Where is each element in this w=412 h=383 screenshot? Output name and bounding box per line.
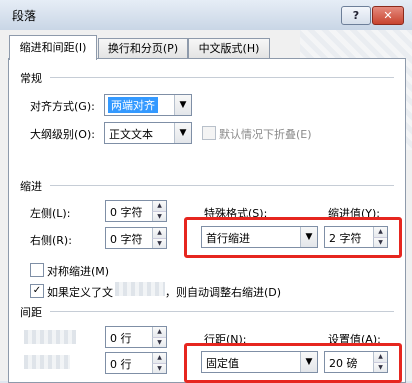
close-icon: ✕ [383, 9, 393, 22]
help-button[interactable]: ? [341, 6, 371, 25]
tab-indents-spacing[interactable]: 缩进和间距(I) [9, 35, 97, 60]
space-before-spinner[interactable]: 0 行 ▲ ▼ [105, 326, 167, 348]
check-icon: ✓ [32, 285, 42, 296]
general-divider [50, 77, 394, 78]
right-indent-value: 0 字符 [110, 233, 143, 246]
left-indent-value: 0 字符 [110, 206, 143, 219]
close-button[interactable]: ✕ [372, 6, 404, 25]
auto-adjust-label-start: 如果定义了文 [47, 286, 113, 299]
auto-adjust-checkbox[interactable]: ✓ [30, 284, 44, 298]
left-indent-spinner[interactable]: 0 字符 ▲ ▼ [105, 200, 167, 222]
auto-adjust-label-end: ，则自动调整右缩进(D) [165, 286, 282, 299]
help-icon: ? [352, 9, 360, 22]
general-heading: 常规 [20, 72, 42, 85]
tab-asian-typography[interactable]: 中文版式(H) [188, 38, 270, 59]
spin-up-icon[interactable]: ▲ [152, 327, 166, 337]
collapse-checkbox[interactable] [202, 126, 216, 140]
spin-down-icon[interactable]: ▼ [152, 211, 166, 221]
space-before-value: 0 行 [110, 332, 132, 345]
spin-down-icon[interactable]: ▼ [152, 238, 166, 248]
chevron-down-icon[interactable]: ▼ [174, 95, 191, 115]
collapse-label: 默认情况下折叠(E) [219, 128, 312, 141]
mirror-indents-checkbox[interactable] [30, 263, 44, 277]
chevron-down-icon[interactable]: ▼ [174, 123, 191, 143]
right-indent-spinner[interactable]: 0 字符 ▲ ▼ [105, 227, 167, 249]
spin-up-icon[interactable]: ▲ [152, 201, 166, 211]
spacing-divider [50, 311, 394, 312]
spin-up-icon[interactable]: ▲ [152, 353, 166, 363]
indent-heading: 缩进 [20, 180, 42, 193]
redacted-text [115, 282, 165, 296]
redacted-after-label [24, 355, 70, 369]
alignment-dropdown[interactable]: 两端对齐 ▼ [104, 94, 192, 116]
left-indent-label: 左侧(L): [30, 207, 71, 220]
outline-level-value: 正文文本 [109, 128, 153, 141]
spin-down-icon[interactable]: ▼ [152, 337, 166, 347]
spacing-heading: 间距 [20, 306, 42, 319]
spin-down-icon[interactable]: ▼ [152, 363, 166, 373]
alignment-label: 对齐方式(G): [30, 100, 95, 113]
indent-divider [50, 185, 394, 186]
mirror-indents-label: 对称缩进(M) [47, 265, 110, 278]
right-indent-label: 右侧(R): [30, 234, 72, 247]
highlight-box-spacing [184, 343, 402, 383]
space-after-spinner[interactable]: 0 行 ▲ ▼ [105, 352, 167, 374]
dialog-title: 段落 [12, 9, 37, 23]
outline-level-label: 大纲级别(O): [30, 128, 95, 141]
highlight-box-indent [184, 217, 402, 258]
spin-up-icon[interactable]: ▲ [152, 228, 166, 238]
redacted-before-label [24, 330, 76, 344]
alignment-value: 两端对齐 [108, 97, 158, 113]
outline-level-dropdown[interactable]: 正文文本 ▼ [104, 122, 192, 144]
space-after-value: 0 行 [110, 358, 132, 371]
tab-line-page-breaks[interactable]: 换行和分页(P) [98, 38, 188, 59]
